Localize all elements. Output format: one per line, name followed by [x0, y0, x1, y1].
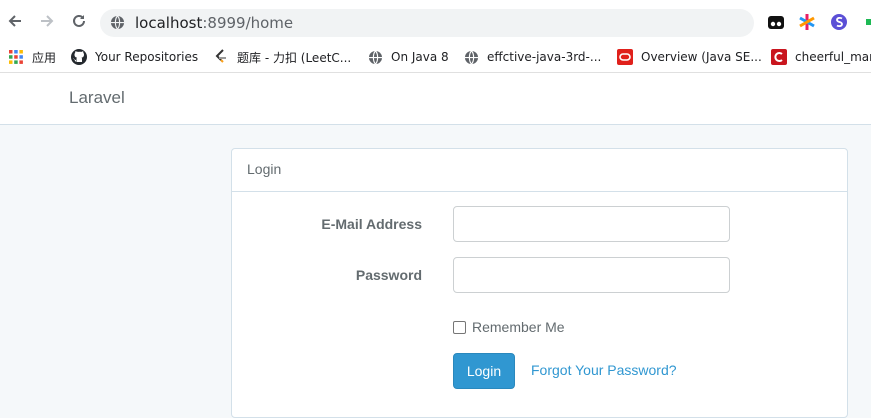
email-field[interactable]	[453, 206, 730, 242]
bookmarks-bar: 应用 Your Repositories 题库 - 力扣 (LeetC... O…	[0, 42, 871, 73]
brand-link[interactable]: Laravel	[69, 88, 125, 108]
remember-me[interactable]: Remember Me	[453, 319, 565, 335]
address-bar[interactable]: localhost:8999/home	[100, 9, 754, 37]
bookmark-java-se-overview[interactable]: Overview (Java SE...	[617, 47, 762, 67]
globe-icon	[367, 49, 383, 65]
panel-title: Login	[247, 161, 282, 177]
extension-partial[interactable]	[862, 13, 871, 31]
oracle-icon	[617, 49, 633, 65]
leetcode-icon	[213, 49, 229, 65]
c-icon	[771, 49, 787, 65]
remember-checkbox[interactable]	[453, 320, 466, 334]
bookmark-cheerful-man[interactable]: cheerful_man	[771, 47, 871, 67]
reload-button[interactable]	[68, 10, 90, 32]
panel-heading: Login	[232, 149, 847, 192]
bookmark-effective-java[interactable]: effctive-java-3rd-...	[463, 47, 601, 67]
apps-grid-icon	[8, 49, 24, 65]
bookmark-on-java-8[interactable]: On Java 8	[367, 47, 449, 67]
asterisk-icon	[799, 14, 815, 30]
globe-icon	[463, 49, 479, 65]
tampermonkey-icon	[768, 16, 784, 29]
bookmark-apps[interactable]: 应用	[8, 47, 56, 67]
bookmark-label: On Java 8	[391, 50, 449, 64]
bookmark-your-repositories[interactable]: Your Repositories	[71, 47, 198, 67]
reload-icon	[73, 14, 85, 27]
bookmark-leetcode[interactable]: 题库 - 力扣 (LeetC...	[213, 47, 351, 67]
login-button[interactable]: Login	[453, 353, 515, 389]
forgot-password-link[interactable]: Forgot Your Password?	[531, 362, 677, 378]
github-icon	[71, 49, 87, 65]
bookmark-label: Your Repositories	[95, 50, 199, 64]
extension-s[interactable]	[830, 13, 848, 31]
bookmark-label: Overview (Java SE...	[641, 50, 762, 64]
green-icon	[866, 19, 871, 25]
remember-label: Remember Me	[472, 319, 565, 335]
browser-toolbar: localhost:8999/home	[0, 0, 871, 42]
forward-arrow-icon	[41, 15, 54, 27]
globe-icon	[110, 15, 125, 30]
bookmark-label: 应用	[32, 50, 57, 65]
bookmark-label: effctive-java-3rd-...	[487, 50, 602, 64]
forward-button[interactable]	[36, 10, 58, 32]
password-label: Password	[355, 267, 422, 283]
password-field[interactable]	[453, 257, 730, 293]
back-button[interactable]	[4, 10, 26, 32]
extension-color-picker[interactable]	[798, 13, 816, 31]
s-circle-icon	[831, 14, 847, 30]
login-panel: Login E-Mail Address Password Remember M…	[231, 148, 848, 418]
bookmark-label: 题库 - 力扣 (LeetC...	[237, 50, 352, 65]
url-text: localhost:8999/home	[135, 14, 294, 32]
extension-tampermonkey[interactable]	[767, 13, 785, 31]
app-navbar: Laravel	[0, 73, 871, 125]
email-label: E-Mail Address	[321, 216, 422, 232]
back-arrow-icon	[8, 15, 21, 27]
bookmark-label: cheerful_man	[795, 50, 871, 64]
